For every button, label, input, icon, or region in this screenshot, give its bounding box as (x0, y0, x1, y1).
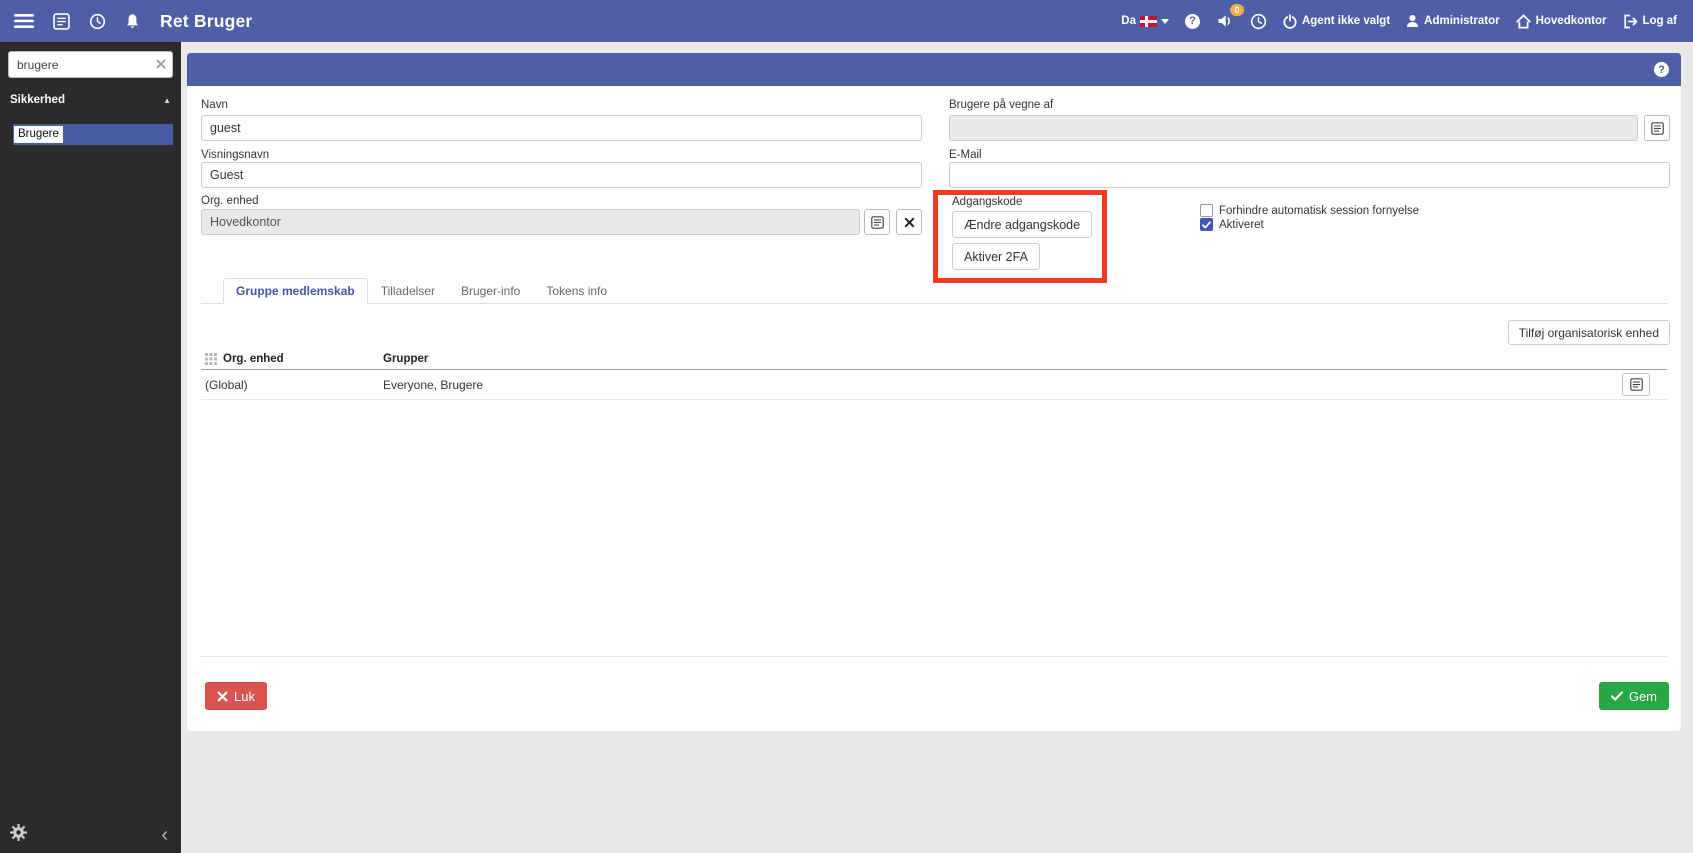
org-unit-picker-button[interactable] (864, 209, 890, 235)
membership-table: Org. enhed Grupper (Global) Everyone, Br… (201, 348, 1667, 400)
collapse-caret-icon: ▲ (163, 95, 171, 105)
tab-tilladelser[interactable]: Tilladelser (368, 278, 448, 304)
settings-gear-icon[interactable] (10, 824, 27, 841)
office-menu[interactable]: Hovedkontor (1515, 13, 1607, 29)
save-label: Gem (1628, 688, 1657, 704)
menu-icon[interactable] (14, 13, 34, 29)
close-button[interactable]: Luk (205, 682, 267, 710)
on-behalf-input (949, 115, 1638, 141)
name-input[interactable] (201, 115, 922, 141)
sidebar-item-label: Brugere (14, 125, 63, 144)
row-detail-button[interactable] (1622, 373, 1650, 396)
help-icon[interactable]: ? (1184, 13, 1200, 29)
logout-button[interactable]: Log af (1623, 14, 1678, 29)
email-label: E-Mail (949, 149, 982, 161)
tab-bar: Gruppe medlemskab Tilladelser Bruger-inf… (201, 278, 1667, 304)
sidebar-search (8, 51, 173, 78)
row-org-value: (Global) (205, 377, 248, 392)
sidebar-item-brugere[interactable]: Brugere (13, 124, 173, 145)
clear-search-icon[interactable] (156, 59, 166, 69)
search-input[interactable] (8, 51, 173, 78)
activated-checkbox[interactable] (1200, 218, 1213, 231)
sidebar-footer: ‹ (0, 813, 181, 853)
speaker-icon[interactable]: 0 (1216, 4, 1244, 29)
history-icon[interactable] (89, 13, 106, 30)
grid-icon (205, 352, 217, 365)
agent-label: Agent ikke valgt (1301, 15, 1391, 27)
person-icon (1406, 14, 1419, 28)
card-header: ? (187, 53, 1681, 86)
change-password-button[interactable]: Ændre adgangskode (952, 211, 1093, 238)
check-icon (1610, 691, 1623, 701)
agent-selector[interactable]: Agent ikke valgt (1283, 13, 1391, 29)
sidebar-section-sikkerhed[interactable]: Sikkerhed ▲ (0, 91, 181, 109)
name-label: Navn (201, 99, 228, 111)
close-x-icon (217, 691, 228, 702)
tab-bruger-info[interactable]: Bruger-info (448, 278, 533, 304)
sidebar: Sikkerhed ▲ Brugere ‹ (0, 42, 181, 853)
column-org-enhed: Org. enhed (205, 352, 383, 365)
collapse-sidebar-icon[interactable]: ‹ (161, 825, 168, 845)
edit-user-card: ? Navn Visningsnavn Org. enhed Brugere p… (187, 53, 1681, 731)
table-row: (Global) Everyone, Brugere (201, 370, 1667, 400)
notification-badge: 0 (1229, 4, 1244, 16)
office-label: Hovedkontor (1535, 15, 1607, 27)
save-button[interactable]: Gem (1598, 682, 1669, 710)
danish-flag-icon (1139, 15, 1157, 27)
close-label: Luk (234, 688, 255, 704)
email-input[interactable] (949, 162, 1670, 188)
page-title: Ret Bruger (160, 10, 253, 31)
clock-icon[interactable] (1250, 13, 1267, 30)
tab-tokens-info[interactable]: Tokens info (533, 278, 620, 304)
section-label: Sikkerhed (10, 94, 65, 106)
org-unit-input (201, 209, 860, 235)
topbar: Ret Bruger Da ? 0 Agent ikke valgt Admin… (0, 0, 1693, 42)
prevent-session-label: Forhindre automatisk session fornyelse (1219, 204, 1420, 217)
org-unit-clear-button[interactable] (896, 209, 922, 235)
row-groups-value: Everyone, Brugere (383, 377, 484, 392)
org-unit-label: Org. enhed (201, 195, 259, 207)
logout-label: Log af (1642, 15, 1678, 27)
bell-icon[interactable] (125, 13, 140, 29)
display-name-input[interactable] (201, 162, 922, 188)
language-selector[interactable]: Da (1121, 15, 1169, 27)
on-behalf-label: Brugere på vegne af (949, 99, 1054, 111)
user-label: Administrator (1424, 15, 1500, 27)
display-name-label: Visningsnavn (201, 149, 270, 161)
main-area: ? Navn Visningsnavn Org. enhed Brugere p… (181, 42, 1693, 853)
language-label: Da (1121, 15, 1136, 27)
table-header: Org. enhed Grupper (201, 348, 1667, 370)
password-label: Adgangskode (952, 196, 1023, 208)
caret-down-icon (1160, 18, 1169, 24)
column-grupper: Grupper (383, 352, 429, 365)
activated-label: Aktiveret (1219, 218, 1264, 231)
prevent-session-row: Forhindre automatisk session fornyelse (1200, 204, 1419, 217)
on-behalf-picker-button[interactable] (1644, 115, 1670, 141)
journal-icon[interactable] (53, 12, 70, 30)
add-org-unit-button[interactable]: Tilføj organisatorisk enhed (1507, 320, 1670, 345)
enable-2fa-button[interactable]: Aktiver 2FA (952, 243, 1040, 270)
user-menu[interactable]: Administrator (1406, 14, 1500, 28)
column-org-label: Org. enhed (223, 352, 284, 365)
footer-divider (201, 656, 1667, 657)
power-icon (1283, 13, 1297, 29)
activated-row: Aktiveret (1200, 218, 1264, 231)
home-icon (1515, 13, 1531, 29)
prevent-session-checkbox[interactable] (1200, 204, 1213, 217)
tab-gruppe-medlemskab[interactable]: Gruppe medlemskab (223, 278, 368, 304)
logout-icon (1623, 14, 1638, 29)
card-help-icon[interactable]: ? (1654, 62, 1669, 77)
